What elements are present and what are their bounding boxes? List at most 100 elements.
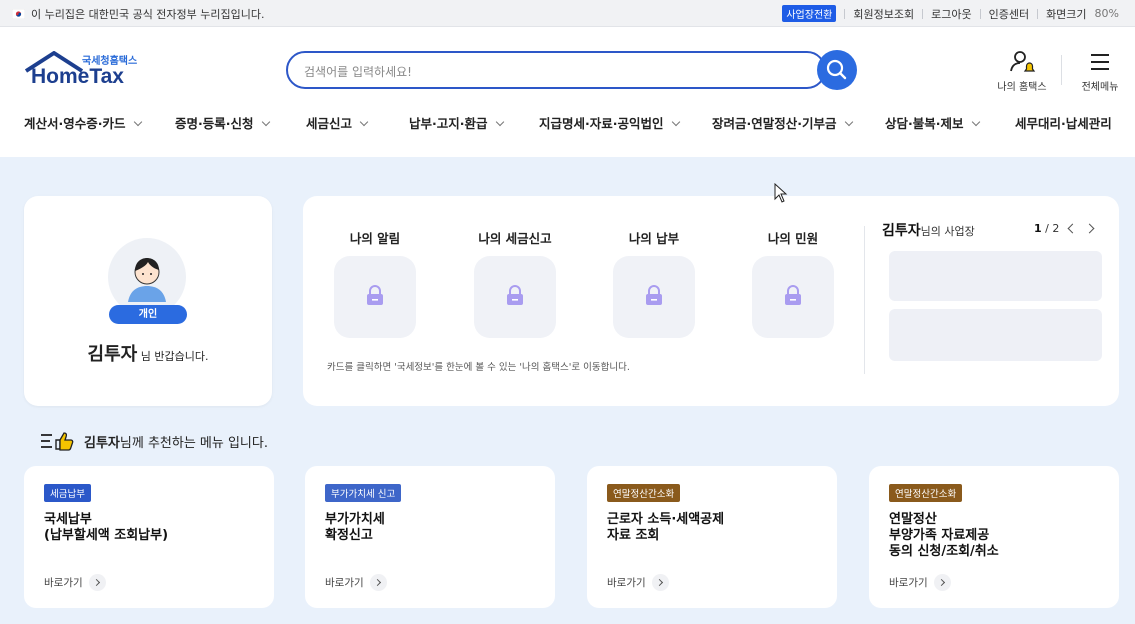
recommend-card-tax-payment[interactable]: 세금납부 국세납부 (납부할세액 조회납부) 바로가기 <box>24 466 274 608</box>
chevron-down-icon <box>844 117 853 127</box>
business-title-suffix: 님의 사업장 <box>920 225 975 238</box>
stat-notifications-label[interactable]: 나의 알림 <box>320 228 430 247</box>
chevron-down-icon <box>495 117 504 127</box>
profile-card: 개인 김투자 님 반갑습니다. <box>24 196 272 406</box>
recommend-title: 부가가치세 확정신고 <box>325 512 385 543</box>
go-label: 바로가기 <box>44 577 83 589</box>
recommend-tag: 연말정산간소화 <box>889 484 963 502</box>
stat-tax-filing-card[interactable] <box>474 256 556 338</box>
chevron-down-icon <box>971 117 980 127</box>
chevron-right-icon <box>369 574 387 591</box>
zoom-label[interactable]: 화면크기 <box>1046 6 1086 22</box>
search-input[interactable]: 검색어를 입력하세요! <box>286 51 826 89</box>
nav-item-incentive[interactable]: 장려금·연말정산·기부금 <box>712 113 853 132</box>
nav-label: 세무대리·납세관리 <box>1015 116 1112 131</box>
business-placeholder <box>889 251 1102 301</box>
nav-label: 세금신고 <box>306 116 353 131</box>
divider <box>1061 55 1062 85</box>
my-hometax-button[interactable]: 나의 홈택스 <box>992 49 1052 95</box>
user-bell-icon <box>1010 51 1036 72</box>
logout-link[interactable]: 로그아웃 <box>931 6 971 22</box>
lock-icon <box>785 285 801 305</box>
go-link[interactable]: 바로가기 <box>44 574 106 591</box>
header: 국세청홈택스 HomeTax 검색어를 입력하세요! 나의 홈택스 전체메뉴 계… <box>0 27 1135 157</box>
divider <box>844 8 846 19</box>
stat-tax-filing-label[interactable]: 나의 세금신고 <box>460 228 570 247</box>
user-name: 김투자 <box>87 344 138 365</box>
user-type-badge: 개인 <box>109 305 187 324</box>
recommend-title: 근로자 소득·세액공제 자료 조회 <box>607 512 725 543</box>
recommend-card-dependent[interactable]: 연말정산간소화 연말정산 부양가족 자료제공 동의 신청/조회/취소 바로가기 <box>869 466 1119 608</box>
stat-civil-label[interactable]: 나의 민원 <box>738 228 848 247</box>
nav-item-statement[interactable]: 지급명세·자료·공익법인 <box>539 113 680 132</box>
chevron-down-icon <box>671 117 680 127</box>
divider <box>979 8 981 19</box>
nav-label: 상담·불복·제보 <box>885 116 964 131</box>
pager-current: 1 <box>1034 222 1042 235</box>
mouse-cursor-icon <box>774 182 788 207</box>
recommend-card-deduction[interactable]: 연말정산간소화 근로자 소득·세액공제 자료 조회 바로가기 <box>587 466 837 608</box>
search-placeholder: 검색어를 입력하세요! <box>304 65 412 79</box>
lock-icon <box>507 285 523 305</box>
nav-item-tax-agent[interactable]: 세무대리·납세관리 <box>1015 113 1112 132</box>
nav-item-payment[interactable]: 납부·고지·환급 <box>409 113 504 132</box>
recommend-title: 연말정산 부양가족 자료제공 동의 신청/조회/취소 <box>889 512 999 559</box>
greeting-text: 님 반갑습니다. <box>140 350 209 363</box>
gov-notice: 이 누리집은 대한민국 공식 전자정부 누리집입니다. <box>11 6 265 22</box>
nav-item-invoice[interactable]: 계산서·영수증·카드 <box>24 113 142 132</box>
korea-flag-icon <box>11 8 26 20</box>
member-info-link[interactable]: 회원정보조회 <box>853 6 914 22</box>
my-hometax-label: 나의 홈택스 <box>997 82 1047 93</box>
stat-payment-label[interactable]: 나의 납부 <box>599 228 709 247</box>
lock-icon <box>646 285 662 305</box>
search-icon <box>826 59 847 80</box>
search-button[interactable] <box>817 50 857 90</box>
divider <box>922 8 924 19</box>
stat-civil-card[interactable] <box>752 256 834 338</box>
nav-label: 납부·고지·환급 <box>409 116 488 131</box>
recommend-card-vat[interactable]: 부가가치세 신고 부가가치세 확정신고 바로가기 <box>305 466 555 608</box>
nav-label: 장려금·연말정산·기부금 <box>712 116 837 131</box>
business-switch-button[interactable]: 사업장전환 <box>782 5 837 22</box>
nav-item-certificate[interactable]: 증명·등록·신청 <box>175 113 270 132</box>
recommend-tag: 세금납부 <box>44 484 91 502</box>
go-link[interactable]: 바로가기 <box>889 574 951 591</box>
thumbs-up-list-icon <box>41 432 74 451</box>
nav-item-consult[interactable]: 상담·불복·제보 <box>885 113 980 132</box>
chevron-right-icon <box>651 574 669 591</box>
hometax-logo[interactable]: 국세청홈택스 HomeTax <box>24 51 144 91</box>
chevron-down-icon <box>261 117 270 127</box>
chevron-down-icon <box>133 117 142 127</box>
business-pager: 1 / 2 <box>1034 222 1095 235</box>
business-placeholder <box>889 309 1102 361</box>
cert-center-link[interactable]: 인증센터 <box>989 6 1029 22</box>
recommend-user-name: 김투자 <box>84 435 120 451</box>
chevron-right-icon <box>88 574 106 591</box>
chevron-right-icon <box>933 574 951 591</box>
chevron-right-icon[interactable] <box>1084 223 1095 234</box>
lock-icon <box>367 285 383 305</box>
nav-label: 지급명세·자료·공익법인 <box>539 116 664 131</box>
go-link[interactable]: 바로가기 <box>325 574 387 591</box>
chevron-down-icon <box>359 117 369 127</box>
pager-total: / 2 <box>1045 222 1060 235</box>
status-note: 카드를 클릭하면 '국세정보'를 한눈에 볼 수 있는 '나의 홈택스'로 이동… <box>327 362 630 373</box>
stat-payment-card[interactable] <box>613 256 695 338</box>
business-owner-name: 김투자 <box>882 223 921 239</box>
chevron-left-icon[interactable] <box>1067 223 1078 234</box>
all-menu-button[interactable]: 전체메뉴 <box>1074 49 1126 95</box>
gov-notice-text: 이 누리집은 대한민국 공식 전자정부 누리집입니다. <box>31 8 265 21</box>
stat-notifications-card[interactable] <box>334 256 416 338</box>
zoom-value[interactable]: 80% <box>1095 7 1119 20</box>
recommend-title: 국세납부 (납부할세액 조회납부) <box>44 512 169 543</box>
nav-item-tax-filing[interactable]: 세금신고 <box>306 113 369 132</box>
go-label: 바로가기 <box>889 577 928 589</box>
greeting: 김투자 님 반갑습니다. <box>24 340 272 366</box>
recommend-tag: 부가가치세 신고 <box>325 484 402 502</box>
divider <box>1037 8 1039 19</box>
nav-label: 증명·등록·신청 <box>175 116 254 131</box>
go-link[interactable]: 바로가기 <box>607 574 669 591</box>
divider <box>864 226 865 374</box>
gov-banner: 이 누리집은 대한민국 공식 전자정부 누리집입니다. 사업장전환 회원정보조회… <box>0 0 1135 27</box>
recommend-tag: 연말정산간소화 <box>607 484 681 502</box>
